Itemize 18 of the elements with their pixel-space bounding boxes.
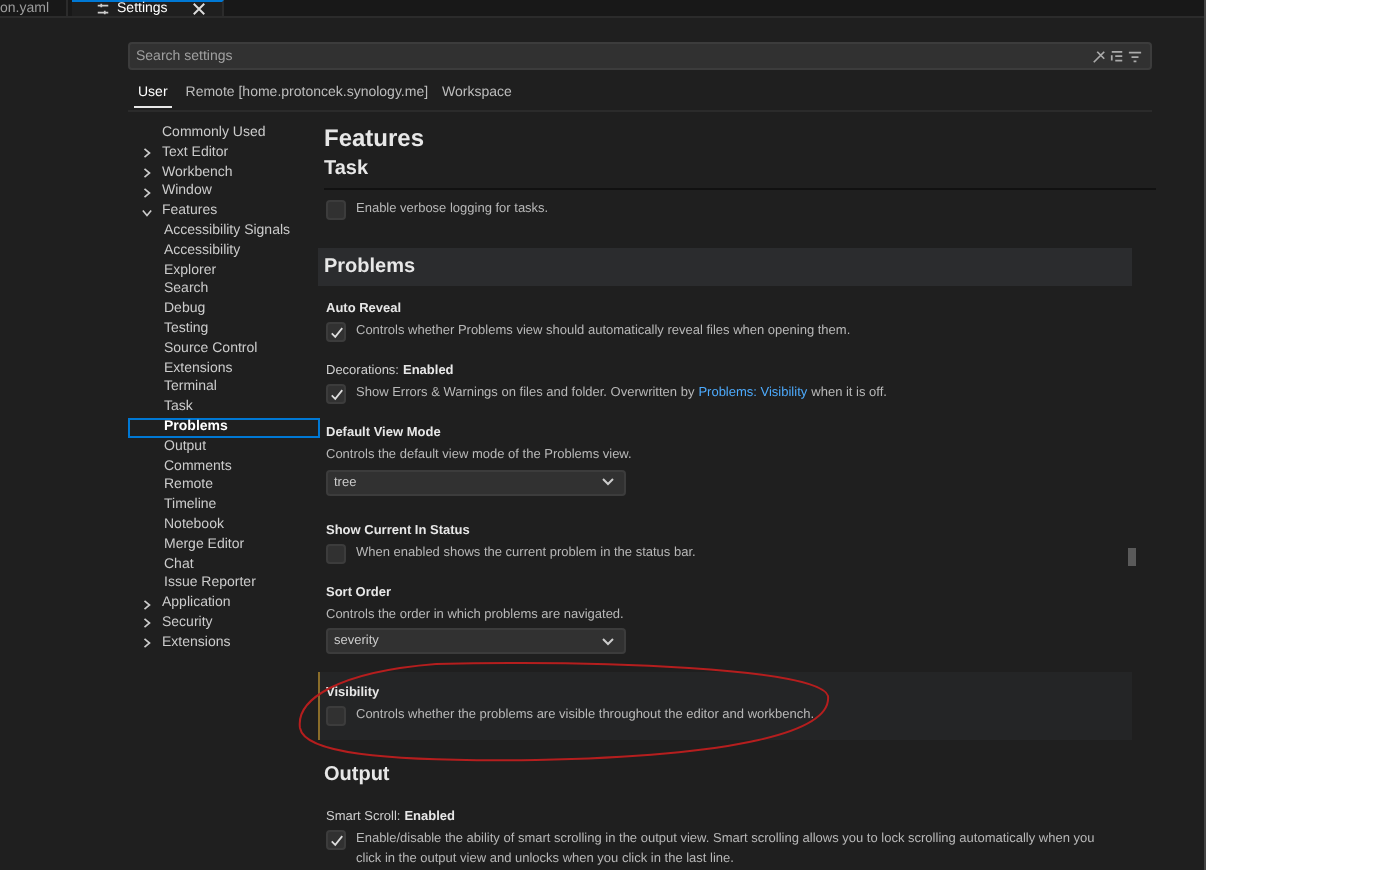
checkbox[interactable]	[326, 830, 346, 850]
checkbox[interactable]	[326, 322, 346, 342]
checkbox[interactable]	[326, 384, 346, 404]
section-heading: Features	[324, 122, 427, 154]
section-heading: Problems	[318, 248, 1132, 286]
scrollbar-thumb[interactable]	[1128, 548, 1136, 566]
chevron-down-icon	[602, 637, 614, 645]
clear-icon[interactable]	[1092, 49, 1106, 63]
checkbox[interactable]	[326, 543, 346, 563]
list-icon[interactable]	[1110, 49, 1124, 63]
filter-icon[interactable]	[1128, 49, 1142, 63]
close-icon[interactable]	[191, 2, 206, 16]
chevron-down-icon	[602, 478, 614, 486]
checkbox[interactable]	[326, 200, 346, 220]
section-heading: Task	[324, 156, 371, 184]
checkbox[interactable]	[326, 706, 346, 726]
settings-file-icon	[95, 2, 110, 16]
section-heading: Output	[322, 762, 392, 790]
